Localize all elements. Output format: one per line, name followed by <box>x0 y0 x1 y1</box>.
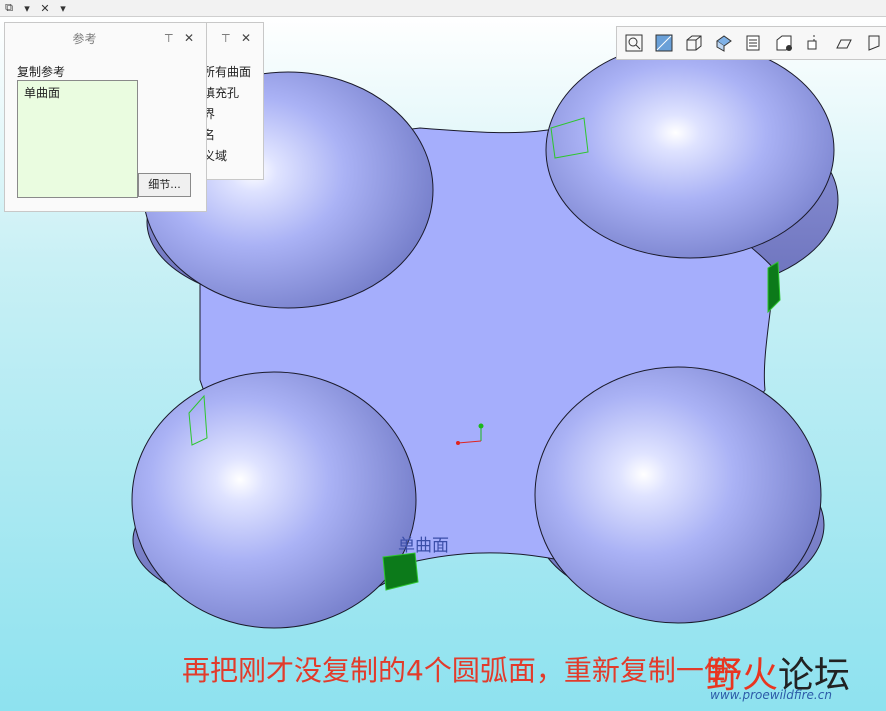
display-style-icon[interactable] <box>681 30 707 56</box>
selected-surface-right[interactable] <box>767 261 781 314</box>
camera-icon[interactable] <box>771 30 797 56</box>
panel-title: 参考 <box>72 31 97 46</box>
tutorial-caption: 再把刚才没复制的4个圆弧面，重新复制一份 <box>182 654 732 687</box>
close-icon[interactable]: ✕ <box>184 31 198 45</box>
logo-url: www.proewildfire.cn <box>710 688 832 702</box>
plane-display-icon[interactable] <box>861 30 886 56</box>
option-fill-holes[interactable]: 填充孔 <box>203 84 239 101</box>
spin-center-icon[interactable] <box>801 30 827 56</box>
close-icon[interactable]: ✕ <box>241 31 255 45</box>
forum-logo: 野火论坛 www.proewildfire.cn <box>706 636 876 704</box>
pin-icon[interactable]: ⊤ <box>221 32 235 45</box>
dome-bottom-left[interactable] <box>131 371 417 629</box>
option-all-surfaces[interactable]: 所有曲面 <box>203 63 251 80</box>
zoom-area-icon[interactable] <box>651 30 677 56</box>
dome-bottom-right[interactable] <box>534 366 822 624</box>
layers-icon[interactable] <box>741 30 767 56</box>
saved-views-icon[interactable] <box>711 30 737 56</box>
surface-annotation: 单曲面 <box>398 536 449 556</box>
reference-collector[interactable]: 单曲面 <box>17 80 138 198</box>
selected-surface-bottom[interactable] <box>382 552 419 591</box>
annotation-icon[interactable] <box>831 30 857 56</box>
list-item[interactable]: 单曲面 <box>18 81 137 104</box>
dome-top-right[interactable] <box>545 41 835 259</box>
view-toolbar <box>616 26 886 60</box>
pin-icon[interactable]: ⊤ <box>164 32 178 45</box>
zoom-fit-icon[interactable] <box>621 30 647 56</box>
copy-references-label: 复制参考 <box>17 65 66 79</box>
references-panel: 参考 ⊤ ✕ 复制参考 单曲面 细节... <box>4 22 207 212</box>
details-button[interactable]: 细节... <box>138 173 191 197</box>
